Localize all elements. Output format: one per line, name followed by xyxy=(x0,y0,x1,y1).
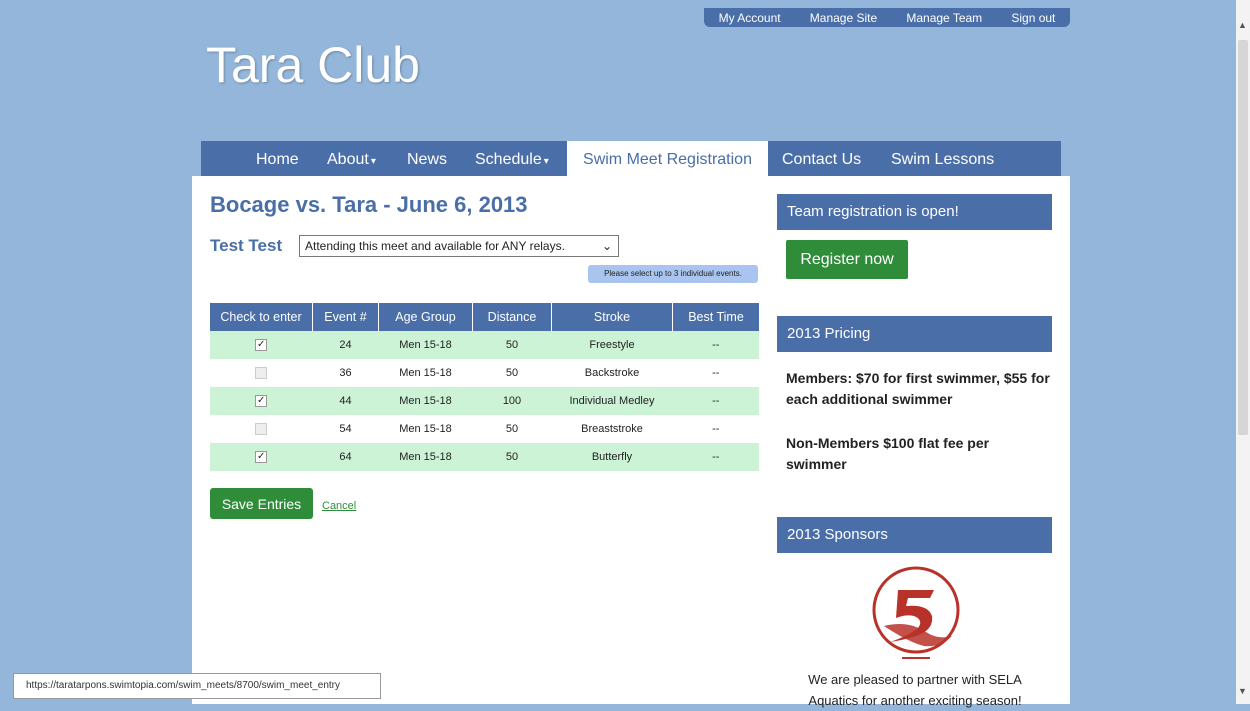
sela-aquatics-logo[interactable] xyxy=(868,566,964,667)
nav-about[interactable]: About ▾ xyxy=(327,141,376,177)
members-pricing: Members: $70 for first swimmer, $55 for … xyxy=(786,370,1050,407)
age-group: Men 15-18 xyxy=(399,423,452,435)
event-number: 24 xyxy=(312,331,379,359)
sign-out-link[interactable]: Sign out xyxy=(1011,11,1055,25)
stroke: Butterfly xyxy=(551,443,673,471)
age-group: Men 15-18 xyxy=(378,331,473,359)
event-number: 54 xyxy=(339,423,352,435)
sponsors-header: 2013 Sponsors xyxy=(777,517,1052,553)
distance: 100 xyxy=(472,387,552,415)
attendance-select[interactable]: Attending this meet and available for AN… xyxy=(299,235,619,257)
meet-title: Bocage vs. Tara - June 6, 2013 xyxy=(210,192,528,217)
table-row: ✓ 64 Men 15-18 50 Butterfly -- xyxy=(210,443,759,471)
stroke: Freestyle xyxy=(551,331,673,359)
manage-team-link[interactable]: Manage Team xyxy=(906,11,982,25)
sponsor-text: We are pleased to partner with SELA Aqua… xyxy=(808,672,1022,708)
table-row: ✓ 24 Men 15-18 50 Freestyle -- xyxy=(210,331,759,359)
event-checkbox-unchecked[interactable] xyxy=(255,367,268,380)
my-account-link[interactable]: My Account xyxy=(719,11,781,25)
manage-site-link[interactable]: Manage Site xyxy=(810,11,877,25)
nav-contact-label: Contact Us xyxy=(782,151,862,168)
account-bar: My Account Manage Site Manage Team Sign … xyxy=(704,8,1070,27)
event-number: 36 xyxy=(339,367,352,379)
distance: 50 xyxy=(505,367,519,379)
best-time: -- xyxy=(672,443,759,471)
swimmer-name: Test Test xyxy=(210,236,283,255)
best-time: -- xyxy=(672,387,759,415)
col-age-group: Age Group xyxy=(378,303,473,331)
chevron-down-icon: ⌄ xyxy=(601,239,612,253)
distance: 50 xyxy=(472,443,552,471)
distance: 50 xyxy=(505,423,519,435)
events-table: Check to enter Event # Age Group Distanc… xyxy=(210,303,759,471)
stroke: Breaststroke xyxy=(581,423,643,435)
nav-about-label: About xyxy=(327,151,369,168)
col-event: Event # xyxy=(312,303,379,331)
nav-lessons-label: Swim Lessons xyxy=(891,151,995,168)
attendance-select-value: Attending this meet and available for AN… xyxy=(305,239,565,253)
main-nav: Home About ▾ News Schedule ▾ Swim Meet Reg… xyxy=(201,141,1061,177)
pricing-header: 2013 Pricing xyxy=(777,316,1052,352)
event-checkbox-unchecked[interactable] xyxy=(255,423,268,436)
nav-swim-meet-registration[interactable]: Swim Meet Registration xyxy=(567,141,768,177)
event-number: 44 xyxy=(312,387,379,415)
age-group: Men 15-18 xyxy=(378,387,473,415)
nav-home-label: Home xyxy=(256,151,299,168)
event-checkbox-checked[interactable]: ✓ xyxy=(255,339,268,352)
nav-schedule[interactable]: Schedule ▾ xyxy=(475,141,549,177)
table-row: 54 Men 15-18 50 Breaststroke -- xyxy=(210,415,759,443)
best-time: -- xyxy=(712,423,720,435)
scroll-down-icon[interactable]: ▼ xyxy=(1238,686,1247,696)
scroll-up-icon[interactable]: ▲ xyxy=(1238,20,1247,30)
nav-news[interactable]: News xyxy=(407,141,447,177)
event-checkbox-checked[interactable]: ✓ xyxy=(255,395,268,408)
stroke: Individual Medley xyxy=(551,387,673,415)
cancel-link[interactable]: Cancel xyxy=(322,500,356,512)
col-stroke: Stroke xyxy=(551,303,673,331)
nav-swim-meet-label: Swim Meet Registration xyxy=(583,151,752,168)
stroke: Backstroke xyxy=(584,367,640,379)
nav-news-label: News xyxy=(407,151,448,168)
event-limit-hint: Please select up to 3 individual events. xyxy=(588,265,758,283)
scrollbar[interactable]: ▲ ▼ xyxy=(1236,0,1250,704)
caret-down-icon: ▾ xyxy=(370,156,376,167)
scroll-thumb[interactable] xyxy=(1238,40,1248,435)
nav-home[interactable]: Home xyxy=(256,141,299,177)
save-entries-button[interactable]: Save Entries xyxy=(210,488,313,519)
table-row: ✓ 44 Men 15-18 100 Individual Medley -- xyxy=(210,387,759,415)
non-members-pricing: Non-Members $100 flat fee per swimmer xyxy=(786,435,990,472)
caret-down-icon: ▾ xyxy=(543,156,549,167)
nav-swim-lessons[interactable]: Swim Lessons xyxy=(891,141,994,177)
best-time: -- xyxy=(712,367,720,379)
sponsor-logo-graphic xyxy=(872,566,960,659)
distance: 50 xyxy=(472,331,552,359)
col-check: Check to enter xyxy=(210,303,313,331)
table-header-row: Check to enter Event # Age Group Distanc… xyxy=(210,303,759,331)
site-title[interactable]: Tara Club xyxy=(206,36,420,94)
event-checkbox-checked[interactable]: ✓ xyxy=(255,451,268,464)
best-time: -- xyxy=(672,331,759,359)
age-group: Men 15-18 xyxy=(399,367,452,379)
col-distance: Distance xyxy=(472,303,552,331)
col-best-time: Best Time xyxy=(672,303,759,331)
nav-contact[interactable]: Contact Us xyxy=(782,141,861,177)
age-group: Men 15-18 xyxy=(378,443,473,471)
event-number: 64 xyxy=(312,443,379,471)
nav-schedule-label: Schedule xyxy=(475,151,542,168)
registration-open-header: Team registration is open! xyxy=(777,194,1052,230)
register-now-button[interactable]: Register now xyxy=(786,240,908,279)
table-row: 36 Men 15-18 50 Backstroke -- xyxy=(210,359,759,387)
status-bar-url: https://taratarpons.swimtopia.com/swim_m… xyxy=(13,673,381,699)
